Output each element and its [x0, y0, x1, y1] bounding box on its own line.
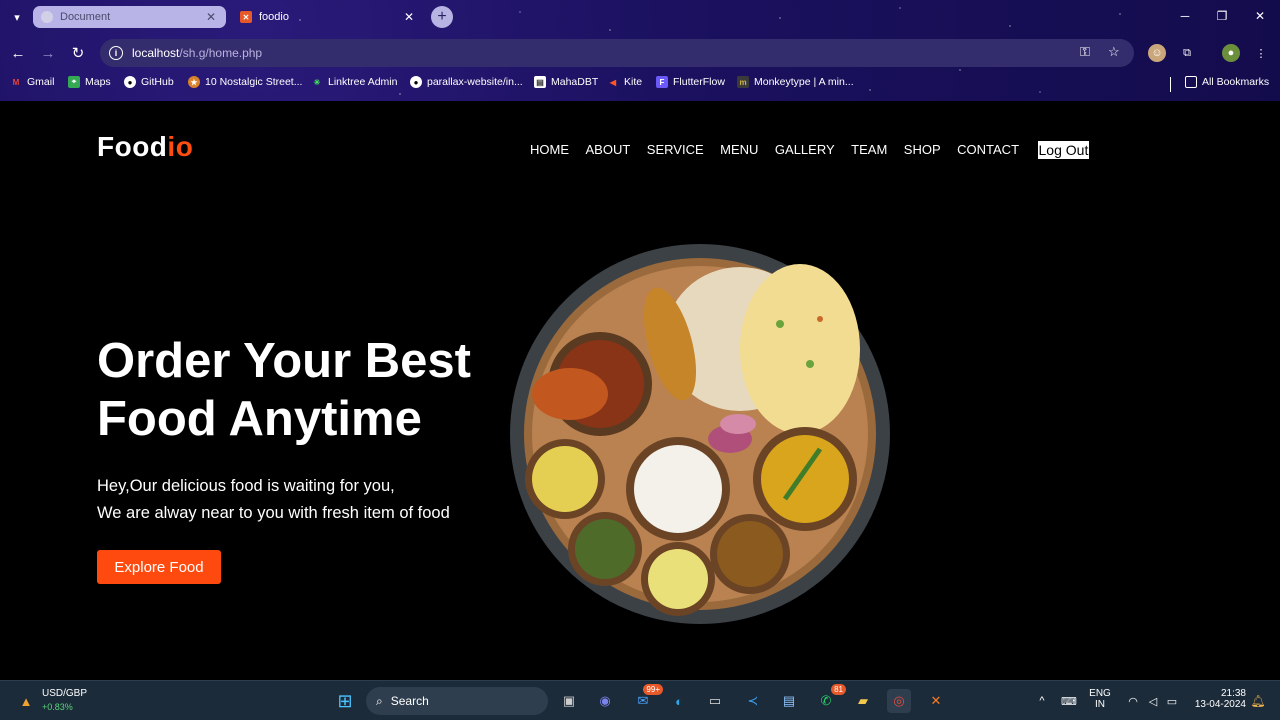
- windows-taskbar: ▲ USD/GBP +0.83% ⊞ ⌕ Search ▣ ◉ ✉ 99+ ◐ ▭…: [0, 680, 1280, 720]
- doc-icon: ▤: [534, 76, 546, 88]
- restore-button[interactable]: ❐: [1203, 0, 1241, 32]
- browser-chrome: ▾ Document ✕ ✕ foodio ✕ + ─ ❐ ✕ ← → ↻ i …: [0, 0, 1280, 101]
- bookmark-star-icon[interactable]: ☆: [1108, 44, 1120, 60]
- bookmark-nostalgic-street[interactable]: ★ 10 Nostalgic Street...: [188, 76, 302, 88]
- xampp-icon[interactable]: ✕: [924, 689, 948, 713]
- edge-icon[interactable]: ◐: [667, 689, 691, 713]
- tab-document[interactable]: Document ✕: [33, 6, 226, 28]
- close-window-button[interactable]: ✕: [1241, 0, 1279, 32]
- tab-search-chevron-icon[interactable]: ▾: [8, 8, 26, 26]
- forward-icon[interactable]: →: [38, 43, 58, 63]
- hero-subtitle: Hey,Our delicious food is waiting for yo…: [97, 473, 517, 527]
- minimize-button[interactable]: ─: [1166, 0, 1204, 32]
- linktree-icon: ✳: [313, 77, 321, 87]
- main-nav: HOME ABOUT SERVICE MENU GALLERY TEAM SHO…: [530, 141, 1090, 159]
- hero-subtitle-line2: We are alway near to you with fresh item…: [97, 504, 450, 522]
- nav-home[interactable]: HOME: [530, 141, 569, 159]
- bookmark-github[interactable]: ● GitHub: [124, 76, 174, 88]
- nav-gallery[interactable]: GALLERY: [775, 141, 835, 159]
- notification-bell-icon[interactable]: 🔔︎: [1246, 689, 1270, 713]
- url-host: localhost: [132, 46, 180, 60]
- reload-icon[interactable]: ↻: [68, 43, 88, 63]
- flutterflow-icon: F: [656, 76, 668, 88]
- language-indicator[interactable]: ENG IN: [1088, 688, 1112, 710]
- folder-icon: [1185, 76, 1197, 88]
- monkeytype-icon: m: [737, 76, 749, 88]
- tab-close-icon[interactable]: ✕: [402, 10, 416, 24]
- notepad-icon[interactable]: ▤: [777, 689, 801, 713]
- bookmarks-bar: M Gmail ⌖ Maps ● GitHub ★ 10 Nostalgic Stree…: [0, 74, 1280, 94]
- task-view-icon[interactable]: ▣: [557, 689, 581, 713]
- chrome-icon[interactable]: ◎: [887, 689, 911, 713]
- maps-icon: ⌖: [68, 76, 80, 88]
- tab-foodio[interactable]: ✕ foodio ✕: [232, 6, 424, 28]
- xampp-favicon-icon: ✕: [240, 11, 252, 23]
- hero-subtitle-line1: Hey,Our delicious food is waiting for yo…: [97, 477, 395, 495]
- new-tab-button[interactable]: +: [431, 6, 453, 28]
- whatsapp-icon[interactable]: ✆ 81: [814, 684, 846, 713]
- logout-button[interactable]: Log Out: [1037, 141, 1090, 159]
- windows-start-icon[interactable]: ⊞: [333, 689, 357, 713]
- menu-kebab-icon[interactable]: ⋮: [1252, 44, 1270, 62]
- address-bar[interactable]: i localhost/sh.g/home.php: [100, 39, 1134, 67]
- bookmark-parallax-website[interactable]: ● parallax-website/in...: [410, 76, 523, 88]
- site-info-icon[interactable]: i: [109, 46, 123, 60]
- hero-title: Order Your Best Food Anytime: [97, 334, 471, 446]
- tab-title: Document: [60, 11, 111, 23]
- github-icon: ●: [124, 76, 136, 88]
- github-icon: ●: [410, 76, 422, 88]
- teams-icon[interactable]: ◉: [593, 689, 617, 713]
- nostalgic-icon: ★: [188, 76, 200, 88]
- clock[interactable]: 21:38 13-04-2024: [1186, 688, 1246, 710]
- bookmark-gmail[interactable]: M Gmail: [10, 76, 55, 88]
- food-plate-image: [510, 244, 890, 624]
- tray-chevron-icon[interactable]: ^: [1030, 689, 1054, 713]
- avatar[interactable]: ●: [1222, 44, 1240, 62]
- bookmark-maps[interactable]: ⌖ Maps: [68, 76, 111, 88]
- nav-contact[interactable]: CONTACT: [957, 141, 1019, 159]
- gmail-icon: M: [12, 77, 20, 87]
- nav-menu[interactable]: MENU: [720, 141, 758, 159]
- mail-badge: 99+: [643, 684, 663, 695]
- bookmark-kite[interactable]: ◀ Kite: [607, 76, 642, 88]
- vscode-icon[interactable]: ≺: [741, 689, 765, 713]
- all-bookmarks-button[interactable]: All Bookmarks: [1185, 76, 1269, 88]
- back-icon[interactable]: ←: [8, 43, 28, 63]
- taskbar-search[interactable]: ⌕ Search: [366, 687, 548, 715]
- mail-icon[interactable]: ✉ 99+: [631, 684, 663, 713]
- ticker-icon[interactable]: ▲: [14, 689, 38, 713]
- terminal-icon[interactable]: ▭: [703, 689, 727, 713]
- nav-shop[interactable]: SHOP: [904, 141, 941, 159]
- search-icon: ⌕: [376, 693, 383, 708]
- explore-food-button[interactable]: Explore Food: [97, 550, 221, 584]
- bookmarks-divider: [1170, 77, 1171, 92]
- url-path: /sh.g/home.php: [179, 46, 263, 60]
- battery-icon[interactable]: ▭: [1160, 689, 1184, 713]
- tab-close-icon[interactable]: ✕: [204, 10, 218, 24]
- bookmark-monkeytype[interactable]: m Monkeytype | A min...: [737, 76, 854, 88]
- bookmark-linktree[interactable]: ✳ Linktree Admin: [311, 76, 398, 88]
- file-explorer-icon[interactable]: ▰: [851, 689, 875, 713]
- ticker-change: +0.83%: [42, 702, 73, 712]
- extensions-puzzle-icon[interactable]: ⧉: [1178, 44, 1196, 62]
- keyboard-icon[interactable]: ⌨: [1057, 689, 1081, 713]
- bookmark-mahadbt[interactable]: ▤ MahaDBT: [534, 76, 598, 88]
- profile-extension-icon[interactable]: ☺: [1148, 44, 1166, 62]
- web-page: Foodio HOME ABOUT SERVICE MENU GALLERY T…: [0, 101, 1280, 680]
- whatsapp-badge: 81: [831, 684, 846, 695]
- nav-team[interactable]: TEAM: [851, 141, 887, 159]
- ticker-name: USD/GBP: [42, 688, 88, 699]
- tab-title: foodio: [259, 11, 289, 23]
- nav-about[interactable]: ABOUT: [586, 141, 631, 159]
- site-logo[interactable]: Foodio: [97, 131, 193, 163]
- nav-service[interactable]: SERVICE: [647, 141, 704, 159]
- password-key-icon[interactable]: ⚿: [1080, 44, 1090, 60]
- tab-favicon-icon: [41, 11, 53, 23]
- bookmark-flutterflow[interactable]: F FlutterFlow: [656, 76, 725, 88]
- kite-icon: ◀: [609, 77, 617, 87]
